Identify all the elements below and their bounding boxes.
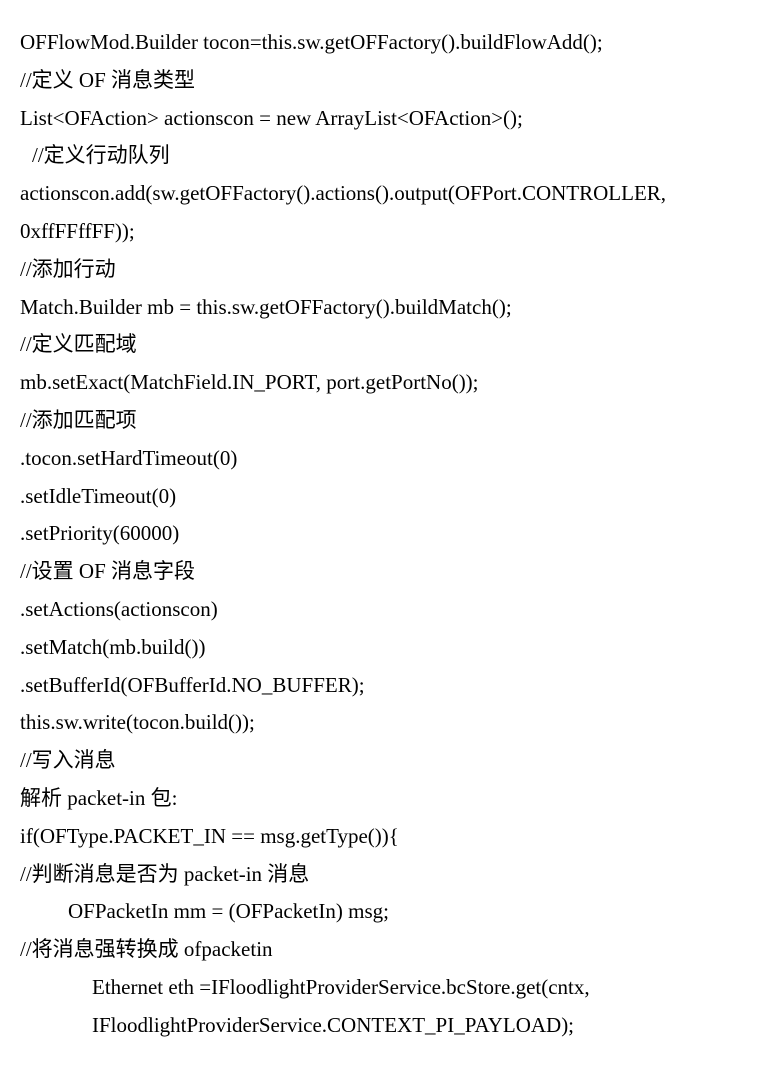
code-line: //定义匹配域 — [20, 326, 752, 364]
code-line: if(OFType.PACKET_IN == msg.getType()){ — [20, 818, 752, 856]
code-line: //添加行动 — [20, 251, 752, 289]
code-line: .setBufferId(OFBufferId.NO_BUFFER); — [20, 667, 752, 705]
code-line: OFPacketIn mm = (OFPacketIn) msg; — [20, 893, 752, 931]
code-block: OFFlowMod.Builder tocon=this.sw.getOFFac… — [20, 24, 752, 1045]
code-line: OFFlowMod.Builder tocon=this.sw.getOFFac… — [20, 24, 752, 62]
code-line: List<OFAction> actionscon = new ArrayLis… — [20, 100, 752, 138]
code-line: //定义行动队列 — [20, 137, 752, 175]
code-line: .setMatch(mb.build()) — [20, 629, 752, 667]
code-line: .tocon.setHardTimeout(0) — [20, 440, 752, 478]
code-line: 解析 packet-in 包: — [20, 780, 752, 818]
code-line: .setActions(actionscon) — [20, 591, 752, 629]
code-line: Match.Builder mb = this.sw.getOFFactory(… — [20, 289, 752, 327]
code-line: //将消息强转换成 ofpacketin — [20, 931, 752, 969]
code-line: mb.setExact(MatchField.IN_PORT, port.get… — [20, 364, 752, 402]
code-line: //设置 OF 消息字段 — [20, 553, 752, 591]
code-line: actionscon.add(sw.getOFFactory().actions… — [20, 175, 752, 213]
code-line: //判断消息是否为 packet-in 消息 — [20, 856, 752, 894]
code-line: .setPriority(60000) — [20, 515, 752, 553]
code-line: IFloodlightProviderService.CONTEXT_PI_PA… — [20, 1007, 752, 1045]
code-line: //写入消息 — [20, 742, 752, 780]
code-line: //添加匹配项 — [20, 402, 752, 440]
code-line: .setIdleTimeout(0) — [20, 478, 752, 516]
code-line: 0xffFFffFF)); — [20, 213, 752, 251]
code-line: //定义 OF 消息类型 — [20, 62, 752, 100]
code-line: this.sw.write(tocon.build()); — [20, 704, 752, 742]
code-line: Ethernet eth =IFloodlightProviderService… — [20, 969, 752, 1007]
